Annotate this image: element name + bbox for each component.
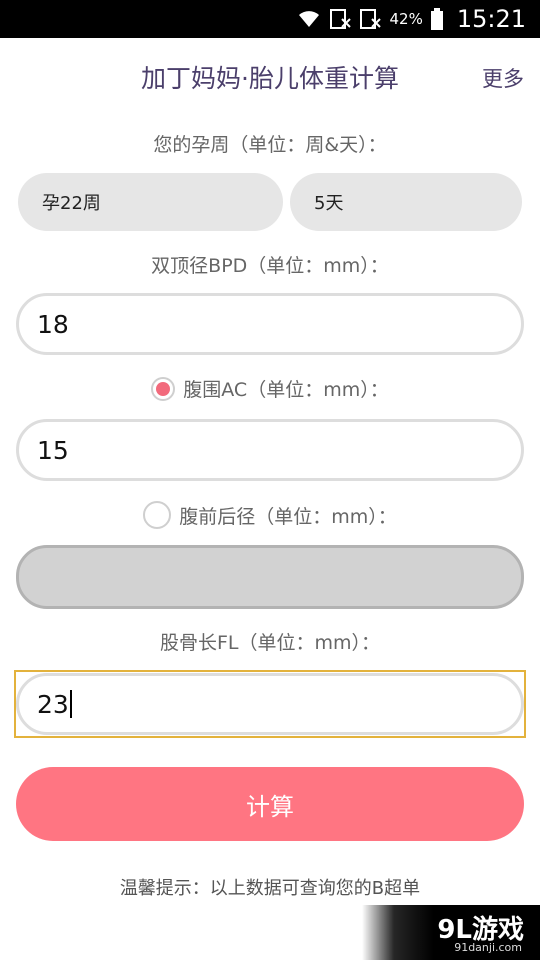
battery-icon [430,8,443,30]
page-title: 加丁妈妈·胎儿体重计算 [141,64,399,93]
ac-label: 腹围AC（单位：mm）： [183,379,389,401]
radio-selected-dot [156,381,171,396]
fl-value: 23 [37,689,69,719]
battery-percentage: 42% [389,10,423,28]
ac-value: 15 [37,435,69,465]
gestation-day-value: 5天 [314,193,344,214]
apd-label: 腹前后径（单位：mm）： [179,505,397,528]
ac-radio[interactable] [151,376,176,401]
ac-label-row: 腹围AC（单位：mm）： [0,375,540,402]
tip-text: 温馨提示：以上数据可查询您的B超单 [119,878,421,899]
calculate-button[interactable]: 计算 [16,767,524,841]
wifi-icon [297,9,321,29]
apd-input[interactable] [16,545,524,609]
watermark: 9L游戏 91danji.com [362,905,540,960]
ac-input[interactable]: 15 [16,419,524,481]
more-button[interactable]: 更多 [482,63,524,93]
gestation-label: 您的孕周（单位：周&天）： [153,134,387,156]
status-bar: 42% 15:21 [0,0,540,38]
fl-label: 股骨长FL（单位：mm）： [159,632,381,654]
gestation-week-value: 孕22周 [42,193,101,214]
no-sim-icon [329,8,352,30]
bpd-input[interactable]: 18 [16,293,524,355]
apd-label-row: 腹前后径（单位：mm）： [0,501,540,529]
status-icons: 42% 15:21 [297,0,526,38]
bpd-value: 18 [37,309,69,339]
watermark-site: 91danji.com [454,941,522,954]
bpd-label: 双顶径BPD（单位：mm）： [151,255,389,277]
fl-input[interactable]: 23 [16,673,524,735]
gestation-day-select[interactable]: 5天 [290,173,522,231]
apd-radio[interactable] [143,501,172,529]
text-cursor [69,690,72,718]
no-sim-icon-2 [359,8,382,30]
clock: 15:21 [456,5,526,33]
app-header: 加丁妈妈·胎儿体重计算 更多 [0,38,540,118]
gestation-week-select[interactable]: 孕22周 [18,173,283,231]
